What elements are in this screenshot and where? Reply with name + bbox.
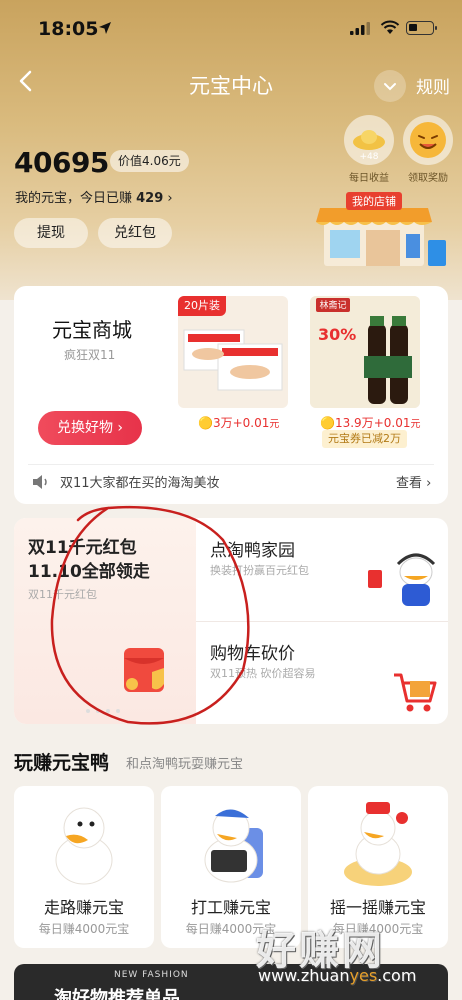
announcement-text[interactable]: 双11大家都在买的海淘美妆 bbox=[60, 472, 220, 491]
my-coins-label: 我的元宝，今日已赚 bbox=[15, 191, 137, 206]
cellular-signal-icon bbox=[350, 22, 370, 35]
carousel-dots bbox=[86, 709, 120, 713]
play-section-title: 玩赚元宝鸭 bbox=[14, 752, 110, 774]
red-packet-promo[interactable]: 双11千元红包 11.10全部领走 双11千元红包 bbox=[14, 518, 196, 724]
my-coins-line[interactable]: 我的元宝，今日已赚 429 › bbox=[15, 187, 173, 206]
coupon-tag: 元宝券已减2万 bbox=[322, 430, 407, 448]
daily-earnings-button[interactable]: +48 每日收益 bbox=[342, 115, 396, 184]
view-more-link[interactable]: 查看 › bbox=[396, 472, 431, 491]
working-duck-icon bbox=[204, 809, 263, 883]
duck-home-subtitle: 换装打扮赢百元红包 bbox=[210, 564, 309, 577]
mall-subtitle: 疯狂双11 bbox=[64, 348, 116, 362]
coin-balance: 40695 bbox=[14, 146, 109, 179]
product-price: 🟡3万+0.01元 bbox=[198, 416, 280, 430]
work-earn-title: 打工赚元宝 bbox=[190, 898, 271, 917]
claim-reward-label: 领取奖励 bbox=[408, 173, 448, 184]
chevron-right-icon: › bbox=[167, 191, 173, 206]
store-sign: 我的店铺 bbox=[352, 194, 396, 208]
shake-earn-title: 摇一摇赚元宝 bbox=[329, 898, 426, 917]
battery-icon bbox=[406, 21, 437, 35]
banner-title: 淘好物推荐单品 bbox=[54, 988, 180, 1000]
divider bbox=[28, 464, 434, 465]
withdraw-button[interactable]: 提现 bbox=[14, 218, 88, 248]
daily-earnings-badge: +48 bbox=[360, 152, 379, 162]
duck-mascot-icon bbox=[368, 553, 436, 606]
walk-earn-subtitle: 每日赚4000元宝 bbox=[38, 922, 130, 936]
product-sauce[interactable]: 林斋记 30% bbox=[310, 296, 420, 408]
percent-label: 30% bbox=[318, 325, 356, 344]
pack-size-tag: 20片装 bbox=[178, 296, 226, 316]
brand-label: 林斋记 bbox=[319, 299, 346, 311]
shopping-cart-icon bbox=[394, 673, 437, 712]
value-badge: 价值4.06元 bbox=[110, 150, 189, 172]
fortune-duck-icon bbox=[344, 802, 412, 886]
banner-tag: NEW FASHION bbox=[114, 970, 189, 980]
play-section-subtitle: 和点淘鸭玩耍赚元宝 bbox=[126, 757, 244, 772]
chevron-down-icon bbox=[384, 83, 396, 91]
smiley-face-icon bbox=[403, 115, 453, 165]
rules-link[interactable]: 规则 bbox=[416, 73, 450, 98]
coin-icon: 🟡 bbox=[198, 416, 213, 430]
sauce-bottles-image: 林斋记 30% bbox=[310, 296, 420, 408]
mall-title: 元宝商城 bbox=[52, 318, 132, 342]
speaker-icon bbox=[33, 475, 47, 489]
chevron-down-button[interactable] bbox=[374, 70, 406, 102]
wifi-icon bbox=[380, 20, 400, 34]
daily-earnings-label: 每日收益 bbox=[349, 173, 389, 184]
cart-bargain-title: 购物车砍价 bbox=[210, 644, 295, 664]
status-bar: 18:05 bbox=[0, 0, 462, 54]
cart-bargain-subtitle: 双11预热 砍价超容易 bbox=[210, 667, 316, 680]
today-earned: 429 bbox=[136, 191, 164, 206]
duck-home-promo[interactable]: 点淘鸭家园 换装打扮赢百元红包 bbox=[196, 518, 448, 621]
coin-icon: 🟡 bbox=[320, 416, 335, 430]
walk-earn-title: 走路赚元宝 bbox=[43, 898, 124, 917]
product-bandage[interactable]: 20片装 bbox=[178, 296, 288, 408]
gold-ingot-icon: +48 bbox=[344, 115, 394, 165]
red-packet-subtitle: 双11千元红包 bbox=[28, 588, 97, 601]
product-price: 🟡13.9万+0.01元 bbox=[320, 416, 421, 430]
cart-bargain-promo[interactable]: 购物车砍价 双11预热 砍价超容易 bbox=[196, 621, 448, 724]
promo-grid: 双11千元红包 11.10全部领走 双11千元红包 点淘鸭家园 换装打扮赢百元红… bbox=[14, 518, 448, 724]
walk-earn-tile[interactable]: 走路赚元宝 每日赚4000元宝 bbox=[14, 786, 154, 948]
red-packet-title: 双11千元红包 11.10全部领走 bbox=[28, 538, 150, 582]
claim-reward-button[interactable]: 领取奖励 bbox=[401, 115, 455, 184]
redeem-red-packet-button[interactable]: 兑红包 bbox=[98, 218, 172, 248]
red-envelope-icon bbox=[124, 648, 164, 692]
location-arrow-icon bbox=[99, 22, 111, 34]
coin-mall-card: 元宝商城 疯狂双11 兑换好物 › 20片装 🟡3万+0.01元 林斋记 30% bbox=[14, 286, 448, 504]
my-store-illustration[interactable]: 我的店铺 bbox=[316, 190, 448, 270]
duck-home-title: 点淘鸭家园 bbox=[210, 541, 295, 561]
redeem-goods-button[interactable]: 兑换好物 › bbox=[38, 411, 142, 445]
walking-duck-icon bbox=[55, 807, 113, 885]
status-time: 18:05 bbox=[38, 18, 99, 40]
watermark-url: www.zhuanyes.com bbox=[258, 966, 417, 985]
chevron-right-icon: › bbox=[426, 476, 432, 491]
